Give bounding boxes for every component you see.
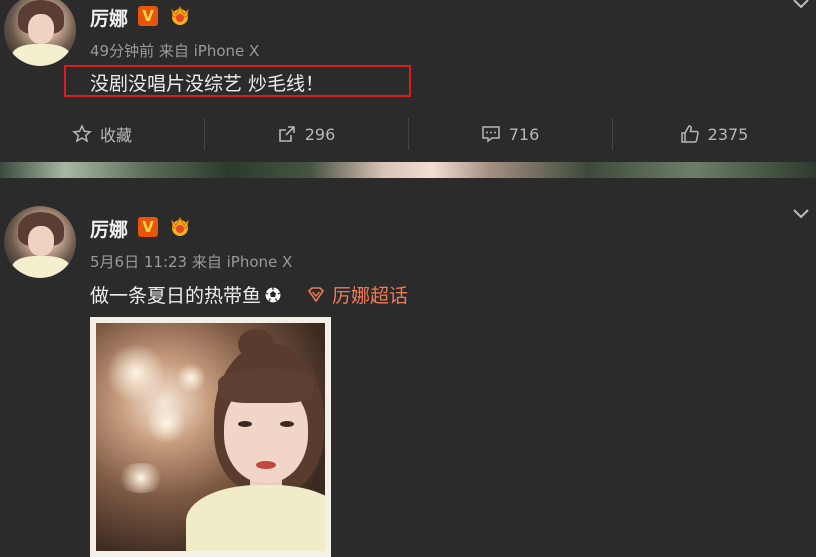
favorite-label: 收藏: [99, 126, 132, 145]
previous-image-strip: [0, 162, 816, 178]
supertopic-label: 厉娜超话: [332, 285, 409, 307]
supertopic-link[interactable]: 厉娜超话: [306, 281, 408, 308]
soccer-ball-emoji-icon: [264, 286, 282, 303]
chevron-down-icon[interactable]: [790, 0, 812, 14]
favorite-button[interactable]: 收藏: [0, 118, 204, 150]
crown-badge-icon: [171, 5, 189, 25]
post-actions: 收藏 296 716 2375: [0, 110, 816, 158]
supertopic-diamond-icon: [307, 286, 325, 302]
like-count: 2375: [707, 124, 749, 144]
post-text: 做一条夏日的热带鱼: [90, 285, 262, 307]
comment-button[interactable]: 716: [408, 118, 612, 150]
author-avatar[interactable]: [4, 206, 76, 278]
post-time[interactable]: 49分钟前: [90, 42, 154, 60]
verified-v-icon: V: [138, 6, 158, 26]
thumbs-up-icon: [680, 125, 699, 143]
like-button[interactable]: 2375: [612, 118, 816, 150]
comment-count: 716: [508, 124, 540, 144]
post-photo[interactable]: [90, 317, 331, 557]
chevron-down-icon[interactable]: [790, 202, 812, 224]
feed-post-1: 厉娜 V 49分钟前 来自 iPhone X 没剧没唱片没综艺 炒毛线！ 收藏 …: [0, 0, 816, 162]
feed-post-2: 厉娜 V 5月6日 11:23 来自 iPhone X 做一条夏日的热带鱼 厉娜…: [0, 178, 816, 557]
author-name[interactable]: 厉娜: [90, 4, 128, 31]
post-source: 来自 iPhone X: [158, 42, 260, 60]
author-name[interactable]: 厉娜: [90, 215, 128, 242]
post-text-row: 做一条夏日的热带鱼: [90, 281, 283, 308]
repost-button[interactable]: 296: [204, 118, 408, 150]
post-meta: 49分钟前 来自 iPhone X: [90, 40, 259, 61]
repost-count: 296: [304, 124, 336, 144]
share-icon: [278, 126, 295, 142]
highlight-box: [64, 65, 411, 97]
crown-badge-icon: [171, 216, 189, 236]
post-source: 来自 iPhone X: [191, 253, 293, 271]
post-meta: 5月6日 11:23 来自 iPhone X: [90, 251, 292, 272]
comment-icon: [481, 126, 500, 143]
star-icon: [72, 124, 92, 143]
author-avatar[interactable]: [4, 0, 76, 66]
verified-v-icon: V: [138, 217, 158, 237]
post-time[interactable]: 5月6日 11:23: [90, 253, 187, 271]
